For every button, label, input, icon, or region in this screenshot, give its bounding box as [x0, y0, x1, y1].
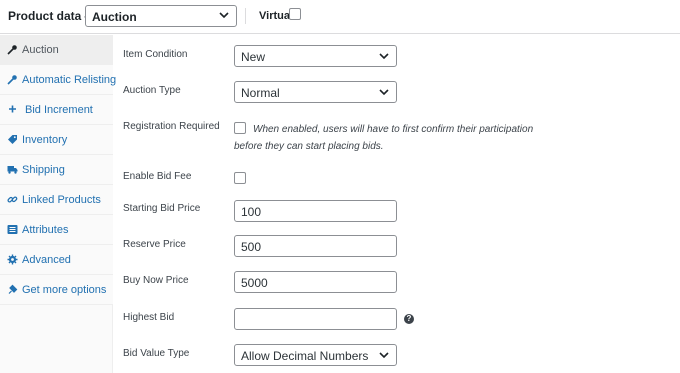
tab-inventory-label: Inventory	[22, 134, 68, 146]
registration-required-description: When enabled, users will have to first c…	[234, 124, 534, 152]
panel-header: Product data — Auction Virtual:	[0, 0, 680, 34]
tab-advanced[interactable]: Advanced	[0, 245, 113, 275]
header-divider	[245, 8, 246, 24]
buy-now-price-input[interactable]: 5000	[234, 271, 397, 293]
truck-icon	[7, 166, 18, 174]
highest-bid-label: Highest Bid	[123, 312, 175, 323]
tab-attributes[interactable]: Attributes	[0, 215, 113, 245]
tab-linked-products[interactable]: Linked Products	[0, 185, 113, 215]
reserve-price-input[interactable]: 500	[234, 235, 397, 257]
tab-automatic-relisting-label: Automatic Relisting	[22, 74, 117, 86]
tab-shipping-label: Shipping	[22, 164, 65, 176]
panel-title: Product data —	[8, 9, 97, 23]
product-data-panel: Product data — Auction Virtual: Auction …	[0, 0, 680, 373]
product-data-tabs: Auction Automatic Relisting Bid Incremen…	[0, 35, 117, 373]
chevron-down-icon	[379, 89, 389, 96]
wrench-icon	[7, 75, 17, 85]
tab-shipping[interactable]: Shipping	[0, 155, 113, 185]
plugin-icon	[8, 284, 18, 294]
reserve-price-value: 500	[241, 240, 262, 254]
chevron-down-icon	[379, 53, 389, 60]
tab-linked-products-label: Linked Products	[22, 194, 101, 206]
link-icon	[7, 196, 18, 203]
starting-bid-price-label: Starting Bid Price	[123, 203, 201, 214]
tab-automatic-relisting[interactable]: Automatic Relisting	[0, 65, 117, 95]
product-type-select[interactable]: Auction	[85, 5, 237, 27]
buy-now-price-value: 5000	[241, 276, 268, 290]
tab-get-more-options-label: Get more options	[22, 284, 107, 296]
virtual-checkbox[interactable]	[289, 8, 301, 20]
chevron-down-icon	[379, 352, 389, 359]
tab-attributes-label: Attributes	[22, 224, 69, 236]
buy-now-price-label: Buy Now Price	[123, 275, 189, 286]
auction-type-value: Normal	[241, 86, 280, 100]
enable-bid-fee-checkbox[interactable]	[234, 172, 246, 184]
reserve-price-label: Reserve Price	[123, 239, 186, 250]
registration-required-label: Registration Required	[123, 121, 220, 132]
tab-bid-increment[interactable]: Bid Increment	[0, 95, 113, 125]
item-condition-value: New	[241, 50, 266, 64]
plus-icon	[9, 105, 16, 113]
item-condition-label: Item Condition	[123, 49, 188, 60]
tab-advanced-label: Advanced	[22, 254, 71, 266]
bid-value-type-label: Bid Value Type	[123, 348, 190, 359]
tab-get-more-options[interactable]: Get more options	[0, 275, 113, 305]
wrench-icon	[7, 45, 17, 55]
tab-auction[interactable]: Auction	[0, 35, 113, 65]
list-icon	[7, 225, 18, 234]
item-condition-select[interactable]: New	[234, 45, 397, 67]
bid-value-type-value: Allow Decimal Numbers	[241, 349, 369, 363]
gear-icon	[7, 254, 18, 265]
starting-bid-price-input[interactable]: 100	[234, 200, 397, 222]
tab-auction-label: Auction	[22, 44, 59, 56]
tag-icon	[8, 135, 17, 144]
product-type-value: Auction	[92, 10, 137, 24]
chevron-down-icon	[219, 12, 229, 19]
tab-inventory[interactable]: Inventory	[0, 125, 113, 155]
starting-bid-price-value: 100	[241, 205, 262, 219]
help-icon[interactable]: ?	[404, 314, 414, 324]
bid-value-type-select[interactable]: Allow Decimal Numbers	[234, 344, 397, 366]
auction-type-select[interactable]: Normal	[234, 81, 397, 103]
enable-bid-fee-label: Enable Bid Fee	[123, 171, 192, 182]
tab-bid-increment-label: Bid Increment	[25, 104, 93, 116]
highest-bid-input[interactable]	[234, 308, 397, 330]
auction-type-label: Auction Type	[123, 85, 181, 96]
